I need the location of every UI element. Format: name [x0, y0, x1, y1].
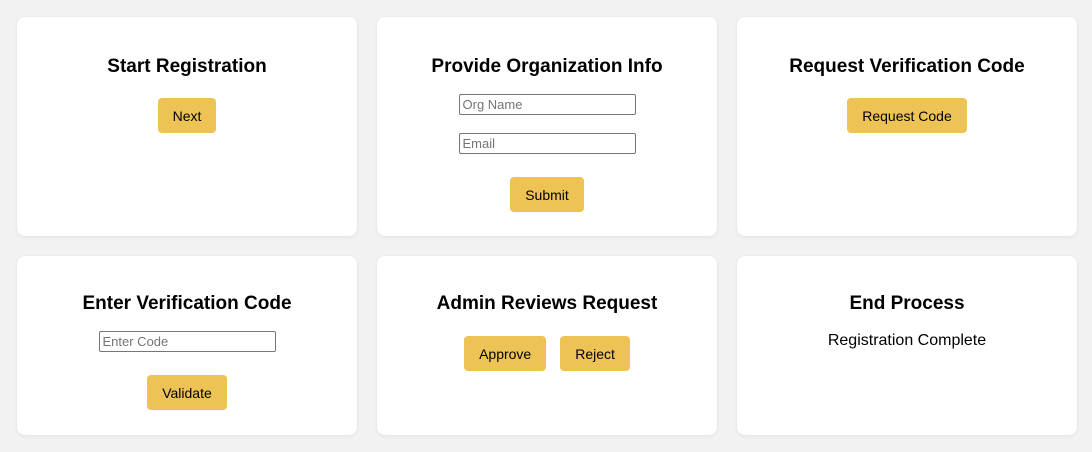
card-title: Start Registration [107, 56, 267, 77]
review-actions: Approve Reject [464, 336, 630, 371]
request-verification-card: Request Verification Code Request Code [737, 17, 1077, 236]
start-registration-card: Start Registration Next [17, 17, 357, 236]
email-input[interactable] [458, 133, 636, 154]
card-title: Request Verification Code [789, 56, 1025, 77]
next-button[interactable]: Next [157, 98, 217, 133]
card-title: Provide Organization Info [431, 56, 663, 77]
org-name-input[interactable] [458, 94, 636, 115]
verification-code-input[interactable] [98, 331, 276, 352]
submit-button[interactable]: Submit [510, 177, 584, 212]
request-code-button[interactable]: Request Code [847, 98, 967, 133]
card-title: End Process [849, 293, 965, 314]
admin-review-card: Admin Reviews Request Approve Reject [377, 256, 717, 435]
workflow-grid: Start Registration Next Provide Organiza… [0, 0, 1092, 452]
card-title: Admin Reviews Request [436, 293, 658, 314]
enter-verification-card: Enter Verification Code Validate [17, 256, 357, 435]
validate-button[interactable]: Validate [147, 375, 227, 410]
organization-info-card: Provide Organization Info Submit [377, 17, 717, 236]
completion-status: Registration Complete [827, 332, 987, 349]
reject-button[interactable]: Reject [560, 336, 630, 371]
card-title: Enter Verification Code [82, 293, 292, 314]
end-process-card: End Process Registration Complete [737, 256, 1077, 435]
approve-button[interactable]: Approve [464, 336, 547, 371]
